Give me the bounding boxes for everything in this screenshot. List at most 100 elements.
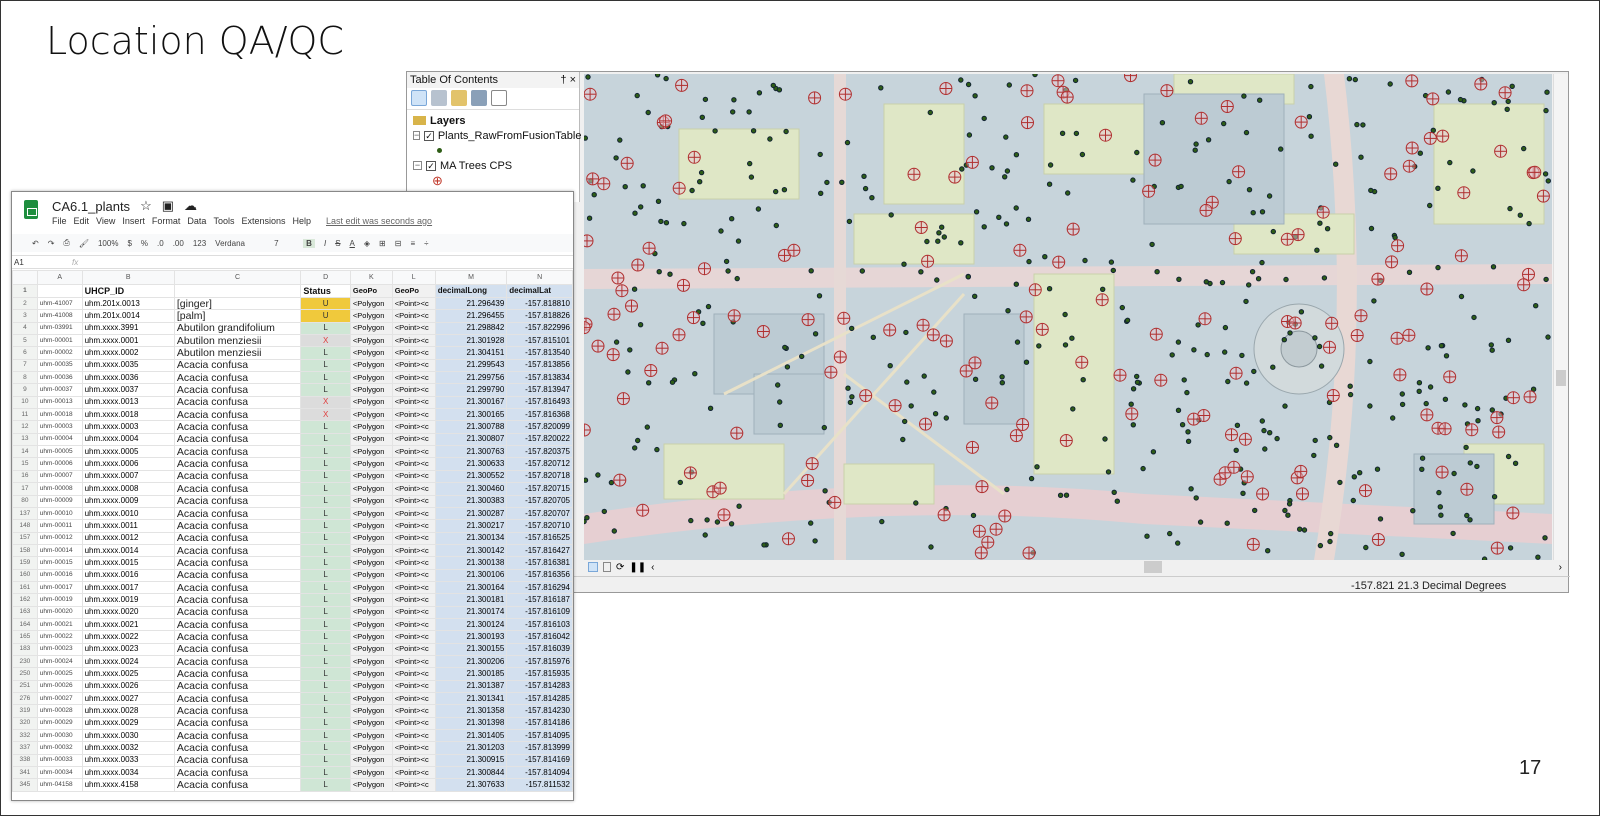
cell[interactable]: 21.301358 [434, 704, 508, 718]
cell[interactable]: <Polygon [349, 691, 393, 706]
cell[interactable]: <Polygon [349, 568, 393, 582]
cell[interactable]: -157.820707 [506, 506, 573, 521]
cell[interactable]: 21.300124 [434, 617, 508, 632]
cell[interactable]: uhm.xxxx.0020 [81, 605, 175, 619]
cell[interactable]: Acacia confusa [173, 531, 302, 545]
status-cell[interactable]: L [300, 593, 351, 607]
status-cell[interactable]: L [300, 580, 351, 595]
cell[interactable]: <Polygon [349, 296, 393, 311]
layers-root[interactable]: Layers [430, 115, 465, 127]
row-number[interactable]: 341 [12, 766, 38, 780]
cell[interactable]: <Point><c [391, 766, 436, 780]
cell[interactable]: Acacia confusa [173, 617, 302, 632]
move-folder-icon[interactable]: ▣ [162, 198, 174, 214]
cell[interactable]: <Point><c [391, 593, 436, 607]
layer-name[interactable]: Plants_RawFromFusionTable [438, 130, 582, 142]
cell[interactable]: uhm-00024 [36, 654, 83, 669]
row-number[interactable]: 7 [12, 358, 38, 373]
cell[interactable]: <Polygon [349, 593, 393, 607]
row-number[interactable]: 2 [12, 296, 38, 311]
cell[interactable]: Acacia confusa [173, 605, 302, 619]
column-header[interactable]: L [391, 270, 436, 285]
row-number[interactable]: 137 [12, 506, 38, 521]
row-number[interactable]: 13 [12, 432, 38, 447]
vertical-align-icon[interactable]: ÷ [424, 239, 428, 248]
cell[interactable]: 21.300807 [434, 432, 508, 447]
cell[interactable]: <Polygon [349, 605, 393, 619]
cell[interactable]: uhm-00005 [36, 445, 83, 459]
status-cell[interactable]: L [300, 543, 351, 558]
document-title[interactable]: CA6.1_plants [52, 199, 130, 214]
status-cell[interactable]: U [300, 309, 351, 323]
row-number[interactable]: 163 [12, 605, 38, 619]
cell[interactable]: <Point><c [391, 482, 436, 496]
status-cell[interactable]: X [300, 395, 351, 410]
cell[interactable]: -157.815976 [506, 654, 573, 669]
cell[interactable]: <Polygon [349, 580, 393, 595]
cell[interactable]: -157.813856 [506, 358, 573, 373]
cell[interactable]: Abutilon menziesii [173, 346, 302, 360]
status-cell[interactable]: L [300, 716, 351, 731]
toc-pin-close[interactable]: † × [560, 74, 576, 86]
header-cell[interactable] [36, 284, 83, 298]
cell[interactable]: <Point><c [391, 395, 436, 410]
layer-checkbox[interactable]: ✓ [424, 130, 434, 141]
cell[interactable]: uhm-00008 [36, 482, 83, 496]
header-cell[interactable]: UHCP_ID [81, 284, 175, 298]
cell[interactable]: [palm] [173, 309, 302, 323]
cell[interactable]: <Point><c [391, 432, 436, 447]
bold-button[interactable]: B [303, 238, 315, 248]
cell[interactable]: uhm-00015 [36, 556, 83, 570]
status-cell[interactable]: L [300, 358, 351, 373]
cell[interactable]: <Polygon [349, 383, 393, 397]
cell[interactable]: <Point><c [391, 556, 436, 570]
cell[interactable]: uhm-00004 [36, 432, 83, 447]
cell[interactable]: <Polygon [349, 371, 393, 385]
menu-file[interactable]: File [52, 216, 67, 226]
cell[interactable]: uhm-00037 [36, 383, 83, 397]
cell[interactable]: [ginger] [173, 296, 302, 311]
cell[interactable]: uhm-00011 [36, 519, 83, 533]
cell[interactable]: uhm.xxxx.0027 [81, 691, 175, 706]
cell[interactable]: <Point><c [391, 531, 436, 545]
cell[interactable]: uhm-00032 [36, 741, 83, 755]
cell[interactable]: 21.300552 [434, 469, 508, 484]
status-cell[interactable]: L [300, 321, 351, 336]
cell[interactable]: Acacia confusa [173, 358, 302, 373]
cell[interactable]: -157.820705 [506, 494, 573, 508]
status-cell[interactable]: L [300, 704, 351, 718]
name-box[interactable]: A1 [12, 258, 72, 267]
cell[interactable]: -157.822996 [506, 321, 573, 336]
status-cell[interactable]: L [300, 617, 351, 632]
row-number[interactable]: 165 [12, 630, 38, 644]
cell[interactable]: <Point><c [391, 691, 436, 706]
cell[interactable]: uhm.xxxx.0009 [81, 494, 175, 508]
cell[interactable]: <Point><c [391, 469, 436, 484]
header-cell[interactable]: Status [300, 284, 351, 298]
cell[interactable]: uhm.xxxx.0035 [81, 358, 175, 373]
cell[interactable]: Abutilon grandifolium [173, 321, 302, 336]
cell[interactable]: 21.304151 [434, 346, 508, 360]
cell[interactable]: -157.816427 [506, 543, 573, 558]
cell[interactable]: uhm-00027 [36, 691, 83, 706]
cell[interactable]: uhm-00023 [36, 642, 83, 656]
italic-button[interactable]: I [324, 239, 326, 248]
cell[interactable]: uhm-00006 [36, 457, 83, 471]
menu-view[interactable]: View [96, 216, 115, 226]
cell[interactable]: <Polygon [349, 420, 393, 434]
column-header[interactable]: B [81, 270, 175, 285]
cell[interactable]: uhm.xxxx.0014 [81, 543, 175, 558]
cell[interactable]: -157.815101 [506, 334, 573, 348]
cell[interactable]: <Point><c [391, 358, 436, 373]
cell[interactable]: Acacia confusa [173, 556, 302, 570]
cell[interactable]: -157.814283 [506, 679, 573, 694]
cell[interactable]: -157.820715 [506, 482, 573, 496]
cell[interactable]: 21.299756 [434, 371, 508, 385]
cell[interactable]: Acacia confusa [173, 432, 302, 447]
column-header[interactable]: D [300, 270, 351, 285]
font-size-select[interactable]: 7 [274, 239, 294, 248]
font-select[interactable]: Verdana [215, 239, 265, 248]
cell[interactable]: 21.301341 [434, 691, 508, 706]
campus-map[interactable] [584, 74, 1552, 560]
header-cell[interactable]: GeoPo [391, 284, 436, 298]
